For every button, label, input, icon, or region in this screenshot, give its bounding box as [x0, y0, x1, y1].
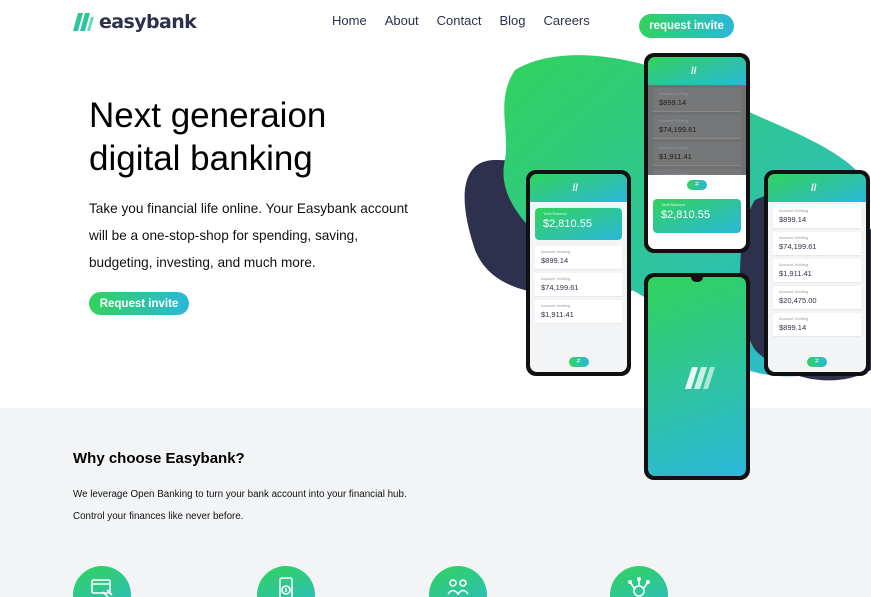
hero-request-invite-button[interactable]: Request invite [89, 292, 189, 315]
phone-topbar: // [648, 57, 746, 85]
account-row: Account Holding $74,199.61 [535, 273, 622, 297]
hero-title: Next generaion digital banking [89, 94, 409, 180]
phone-splash-screen [648, 277, 746, 476]
account-row: Account Holding $74,199.61 [773, 232, 861, 256]
why-description-line1: We leverage Open Banking to turn your ba… [73, 489, 407, 500]
hero-description: Take you financial life online. Your Eas… [89, 201, 408, 270]
hero-illustration: // Account Holding $899.14 Account Holdin… [455, 50, 871, 490]
hero-title-line2: digital banking [89, 139, 313, 178]
why-description-line2: Control your finances like never before. [73, 511, 244, 522]
account-row: Account Holding$20,475.00 [773, 286, 861, 310]
balance-card: Total Balance $2,810.55 [653, 199, 741, 233]
account-row: Account Holding $899.14 [773, 313, 861, 337]
request-invite-button[interactable]: request invite [639, 14, 734, 38]
account-row: Account Holding $1,911.41 [773, 259, 861, 283]
phone-screen: // Account Holding $899.14 Account Holdin… [768, 174, 866, 372]
phone-mockup-top: // Account Holding $899.14 Account Holdin… [644, 53, 750, 253]
why-title: Why choose Easybank? [73, 450, 245, 467]
phone-screen: // Total Balance $2,810.55 Account Holdin… [530, 174, 627, 372]
phone-mockup-bottom [644, 273, 750, 480]
fab-button: ≠ [687, 180, 707, 190]
nav-contact[interactable]: Contact [428, 13, 491, 28]
nav-careers[interactable]: Careers [535, 13, 599, 28]
fab-button: ≠ [568, 357, 589, 367]
why-description: We leverage Open Banking to turn your ba… [73, 484, 453, 528]
logo[interactable]: easybank [73, 11, 197, 33]
phone-mockup-left: // Total Balance $2,810.55 Account Holdin… [526, 170, 631, 376]
phone-screen: // Account Holding $899.14 Account Holdin… [648, 57, 746, 249]
logo-text: easybank [99, 11, 197, 33]
account-row: Account Holding $899.14 [535, 246, 622, 270]
nav-home[interactable]: Home [323, 13, 376, 28]
account-row: Account Holding $1,911.41 [535, 300, 622, 324]
nav-about[interactable]: About [376, 13, 428, 28]
logo-mark-icon [685, 367, 715, 389]
nav-blog[interactable]: Blog [490, 13, 534, 28]
hero-title-line1: Next generaion [89, 96, 327, 135]
logo-mark-icon [73, 13, 94, 31]
phone-mockup-right: // Account Holding $899.14 Account Holdin… [764, 170, 870, 376]
phone-topbar: // [768, 174, 866, 202]
account-row: Account Holding $899.14 [653, 88, 741, 112]
account-row: Account Holding $899.14 [773, 205, 861, 229]
phone-topbar: // [530, 174, 627, 202]
fab-button: ≠ [807, 357, 827, 367]
main-nav: Home About Contact Blog Careers [323, 13, 599, 28]
balance-card: Total Balance $2,810.55 [535, 208, 622, 240]
page: easybank Home About Contact Blog Careers… [0, 0, 871, 597]
account-row: Account Holding $1,911.41 [653, 142, 741, 166]
account-row: Account Holding $74,199.61 [653, 115, 741, 139]
